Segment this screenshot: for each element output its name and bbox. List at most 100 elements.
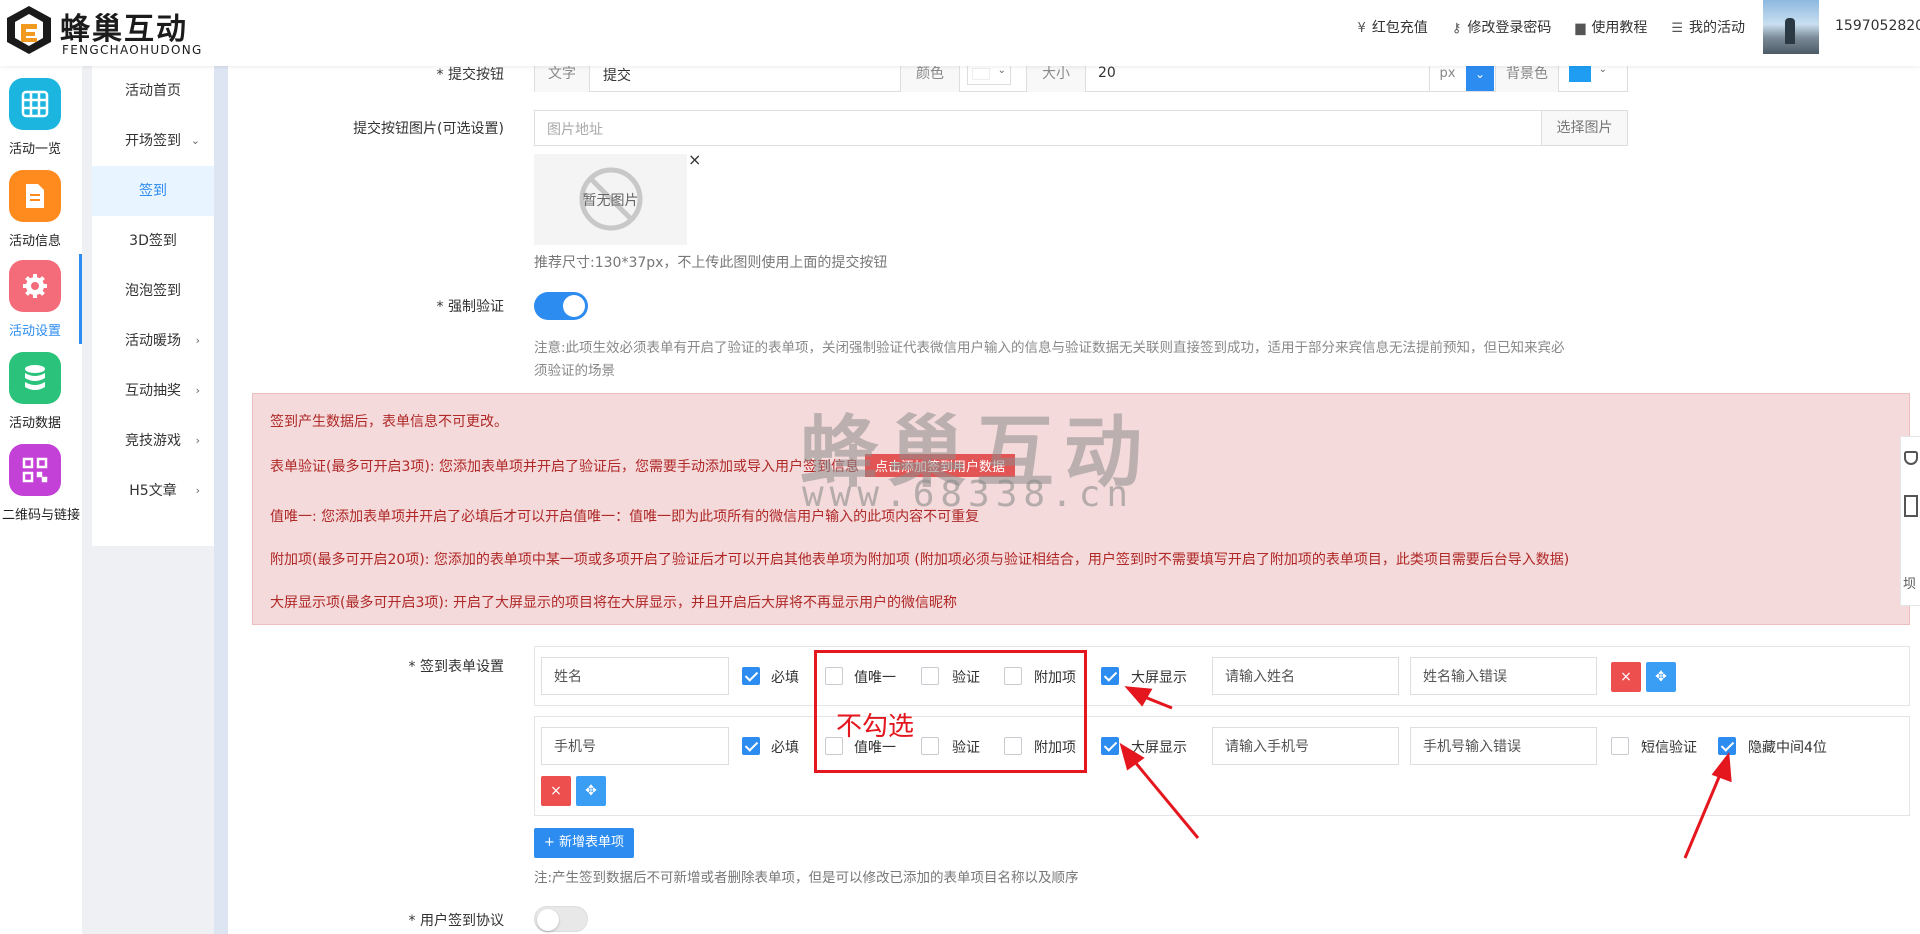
drag-handle-button[interactable]: ✥ [576, 776, 606, 806]
brand-logo[interactable]: 蜂巢互动 FENGCHAOHUDONG [4, 2, 209, 62]
secondary-menu: 活动首页 开场签到 ⌄ 签到 3D签到 泡泡签到 活动暖场 › 互动抽奖 › 竞技游戏… [92, 66, 214, 546]
bigscreen-checkbox[interactable] [1101, 667, 1119, 685]
field-name-input[interactable]: 姓名 [541, 657, 729, 695]
toggle-knob [537, 909, 559, 931]
agreement-toggle[interactable] [534, 906, 588, 932]
phone-placeholder-input[interactable]: 请输入手机号 [1212, 727, 1399, 765]
avatar[interactable] [1763, 0, 1819, 54]
add-form-item-button[interactable]: + 新增表单项 [534, 828, 635, 858]
delete-row-button[interactable]: × [1611, 662, 1641, 692]
brand-name-en: FENGCHAOHUDONG [62, 43, 203, 57]
bigscreen-checkbox[interactable] [1101, 737, 1119, 755]
submenu-label: 活动暖场 [125, 333, 181, 349]
phone-error-input[interactable]: 手机号输入错误 [1410, 727, 1597, 765]
sms-verify-checkbox[interactable] [1611, 737, 1629, 755]
submenu-label: 开场签到 [125, 133, 181, 149]
qrcode-icon [9, 444, 61, 496]
bigscreen-label: 大屏显示 [1131, 740, 1187, 756]
submenu-label: 3D签到 [129, 233, 177, 249]
drag-handle-button[interactable]: ✥ [1646, 662, 1676, 692]
list-icon: ☰ [1671, 21, 1683, 36]
delete-row-button[interactable]: × [541, 776, 571, 806]
chevron-right-icon: › [195, 434, 200, 447]
alert-line-5: 大屏显示项(最多可开启3项): 开启了大屏显示的项目将在大屏显示，并且开启后大屏… [270, 595, 957, 611]
change-password-link[interactable]: ⚷ 修改登录密码 [1452, 17, 1552, 37]
my-activities-link[interactable]: ☰ 我的活动 [1671, 17, 1745, 37]
move-icon: ✥ [1655, 669, 1667, 685]
sidebar-divider [214, 66, 228, 934]
name-error-input[interactable]: 姓名输入错误 [1410, 657, 1597, 695]
key-icon: ⚷ [1451, 21, 1462, 36]
close-icon[interactable]: × [688, 150, 701, 169]
shield-icon [1904, 451, 1918, 465]
submenu-label: 互动抽奖 [125, 383, 181, 399]
chevron-down-icon: ⌄ [997, 65, 1006, 76]
my-activities-label: 我的活动 [1689, 20, 1745, 36]
submenu-item-bubble-checkin[interactable]: 泡泡签到 [92, 266, 214, 316]
submenu-item-h5-article[interactable]: H5文章 › [92, 466, 214, 516]
force-verify-note-line2: 须验证的场景 [534, 363, 615, 379]
required-checkbox[interactable] [742, 667, 760, 685]
recharge-link[interactable]: ¥ 红包充值 [1358, 17, 1428, 37]
submit-image-label: 提交按钮图片(可选设置) [353, 121, 504, 137]
name-placeholder-input[interactable]: 请输入姓名 [1212, 657, 1399, 695]
submit-text-input[interactable]: 提交 [603, 65, 631, 85]
no-image-text: 暂无图片 [582, 193, 639, 209]
user-phone[interactable]: 15970528202 [1835, 18, 1920, 34]
submenu-label: 签到 [139, 183, 167, 199]
image-preview: 暂无图片 [534, 154, 687, 245]
gear-icon [9, 260, 61, 312]
image-size-hint: 推荐尺寸:130*37px，不上传此图则使用上面的提交按钮 [534, 255, 888, 271]
nav-qrcode-links[interactable]: 二维码与链接 [0, 438, 82, 530]
tutorial-link[interactable]: ▆ 使用教程 [1575, 17, 1647, 37]
text-color-picker[interactable]: ⌄ [967, 63, 1011, 85]
required-label: 必填 [771, 670, 799, 686]
submit-button-label: * 提交按钮 [436, 67, 504, 83]
hide-middle-checkbox[interactable] [1718, 737, 1736, 755]
right-float-dock[interactable]: 坝 [1900, 436, 1920, 606]
force-verify-note: 注意:此项生效必须表单有开启了验证的表单项，关闭强制验证代表微信用户输入的信息与… [534, 338, 1634, 381]
submenu-item-opening-checkin[interactable]: 开场签到 ⌄ [92, 116, 214, 166]
submenu-item-warmup[interactable]: 活动暖场 › [92, 316, 214, 366]
close-icon: × [1620, 669, 1632, 685]
image-url-placeholder: 图片地址 [547, 122, 603, 138]
form-settings-note: 注:产生签到数据后不可新增或者删除表单项，但是可以修改已添加的表单项目名称以及顺… [534, 870, 1079, 886]
top-bar: 蜂巢互动 FENGCHAOHUDONG ¥ 红包充值 ⚷ 修改登录密码 ▆ 使用教程 … [0, 0, 1920, 66]
submit-image-input[interactable]: 图片地址 选择图片 [534, 110, 1628, 146]
apps-icon [1904, 495, 1918, 517]
choose-image-button[interactable]: 选择图片 [1541, 111, 1627, 145]
field-phone-input[interactable]: 手机号 [541, 727, 729, 765]
nav-activity-data[interactable]: 活动数据 [0, 346, 82, 438]
change-password-label: 修改登录密码 [1467, 20, 1552, 36]
required-checkbox[interactable] [742, 737, 760, 755]
chevron-right-icon: › [195, 484, 200, 497]
submenu-item-3d-checkin[interactable]: 3D签到 [92, 216, 214, 266]
submenu-item-lottery[interactable]: 互动抽奖 › [92, 366, 214, 416]
submenu-item-checkin[interactable]: 签到 [92, 166, 214, 216]
agreement-label: * 用户签到协议 [408, 913, 504, 929]
nav-label: 活动信息 [8, 234, 61, 249]
color-swatch [972, 68, 990, 80]
bg-color-picker[interactable]: ⌄ [1565, 63, 1609, 85]
bigscreen-label: 大屏显示 [1131, 670, 1187, 686]
size-input[interactable]: 20 [1098, 65, 1116, 81]
tutorial-label: 使用教程 [1591, 20, 1648, 36]
chevron-right-icon: › [195, 384, 200, 397]
nav-activity-settings[interactable]: 活动设置 [0, 254, 82, 346]
nav-activity-info[interactable]: 活动信息 [0, 164, 82, 256]
submenu-item-activity-home[interactable]: 活动首页 [92, 66, 214, 116]
document-icon: ▆ [1575, 21, 1586, 36]
toggle-knob [563, 295, 585, 317]
recharge-label: 红包充值 [1371, 20, 1428, 36]
grid-icon [9, 78, 61, 130]
force-verify-toggle[interactable] [534, 292, 588, 320]
alert-line-4: 附加项(最多可开启20项): 您添加的表单项中某一项或多项开启了验证后才可以开启… [270, 552, 1570, 568]
required-label: 必填 [771, 740, 799, 756]
icon-sidebar: 活动一览 活动信息 活动设置 活动数据 二维码与链接 [0, 66, 82, 934]
submenu-item-games[interactable]: 竞技游戏 › [92, 416, 214, 466]
chevron-right-icon: › [195, 334, 200, 347]
document-icon [9, 170, 61, 222]
nav-activity-overview[interactable]: 活动一览 [0, 72, 82, 164]
submenu-label: 活动首页 [125, 83, 181, 99]
submenu-label: 竞技游戏 [125, 433, 181, 449]
